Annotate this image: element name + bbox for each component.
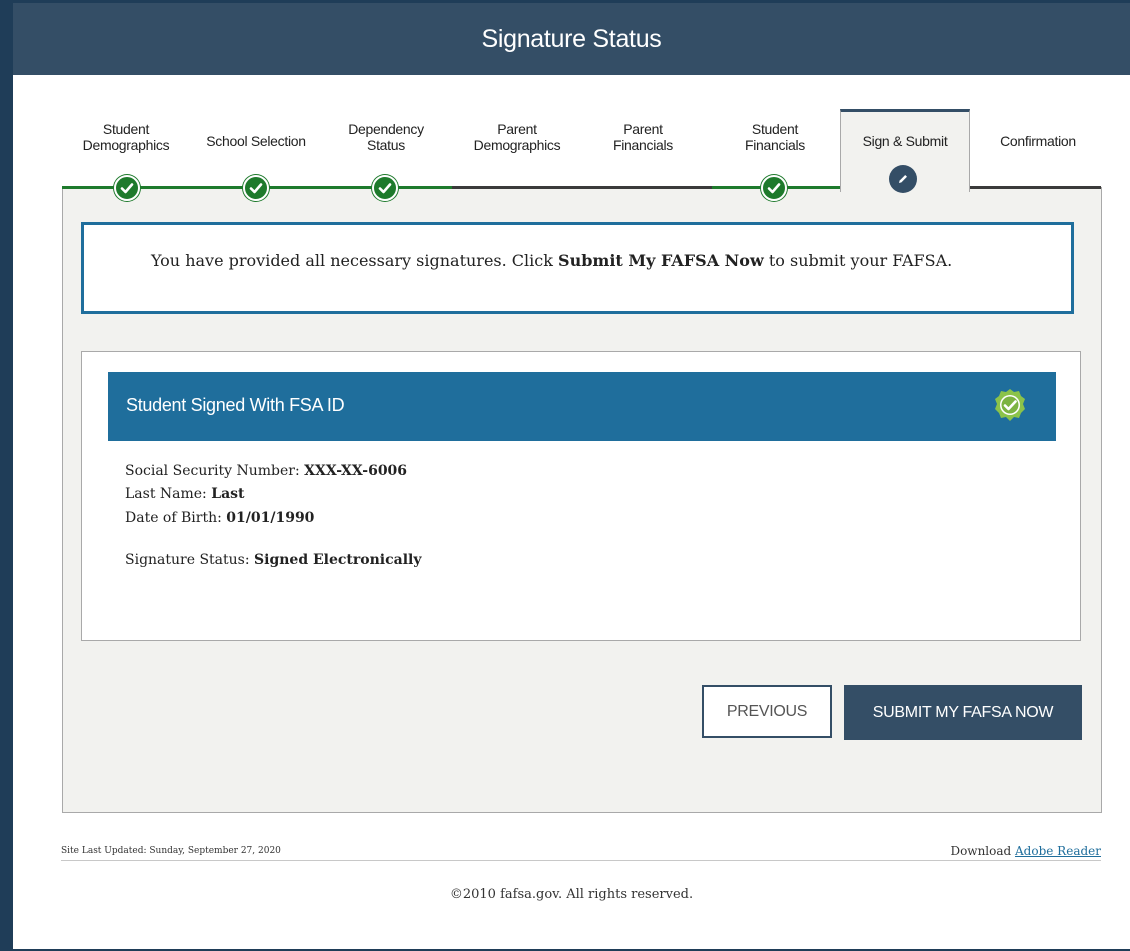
signature-status-label: Signature Status: (125, 552, 255, 568)
signature-notice: You have provided all necessary signatur… (81, 222, 1074, 314)
download-label: Download (950, 844, 1016, 858)
last-name-value: Last (211, 486, 245, 502)
step-parent-financials[interactable]: Parent Financials (588, 121, 698, 153)
ssn-label: Social Security Number: (125, 463, 305, 479)
dob-value: 01/01/1990 (226, 510, 315, 526)
site-last-updated: Site Last Updated: Sunday, September 27,… (61, 846, 281, 856)
step-label-line1: Parent (623, 121, 663, 137)
ssn-field: Social Security Number: XXX-XX-6006 (125, 463, 407, 479)
step-dependency-status[interactable]: Dependency Status (331, 121, 441, 153)
checkmark-icon (761, 175, 787, 201)
step-label-line2: Financials (612, 137, 674, 153)
signature-card: Student Signed With FSA ID Social Securi… (81, 351, 1081, 641)
step-label-line1: Confirmation (1000, 133, 1076, 149)
step-label-line1: Parent (497, 121, 537, 137)
step-school-selection[interactable]: School Selection (196, 133, 316, 149)
pencil-icon (889, 165, 917, 193)
step-label-line2: Demographics (473, 137, 561, 153)
dob-field: Date of Birth: 01/01/1990 (125, 510, 314, 526)
last-name-field: Last Name: Last (125, 486, 245, 502)
step-label-line1: School Selection (206, 133, 306, 149)
notice-text: You have provided all necessary signatur… (151, 251, 559, 270)
step-label-line2: Demographics (82, 137, 170, 153)
step-confirmation[interactable]: Confirmation (978, 133, 1098, 149)
adobe-reader-link[interactable]: Adobe Reader (1015, 844, 1101, 858)
verified-badge-icon (993, 388, 1027, 422)
step-label-line2: Status (367, 137, 405, 153)
step-label-line1: Dependency (348, 121, 424, 137)
dob-label: Date of Birth: (125, 510, 227, 526)
signature-status-value: Signed Electronically (254, 552, 422, 568)
checkmark-icon (372, 175, 398, 201)
signature-card-header: Student Signed With FSA ID (108, 372, 1056, 441)
page-frame: Signature Status Student Demographics Sc… (13, 3, 1130, 949)
last-name-label: Last Name: (125, 486, 212, 502)
notice-bold-text: Submit My FAFSA Now (558, 251, 764, 270)
previous-button[interactable]: PREVIOUS (702, 685, 832, 738)
step-sign-and-submit[interactable]: Sign & Submit (840, 109, 970, 193)
step-student-demographics[interactable]: Student Demographics (71, 121, 181, 153)
step-label-line1: Student (751, 121, 799, 137)
copyright-text: ©2010 fafsa.gov. All rights reserved. (449, 887, 694, 902)
notice-text: to submit your FAFSA. (763, 251, 953, 270)
step-label-line1: Student (102, 121, 150, 137)
footer-divider (61, 860, 1101, 861)
ssn-value: XXX-XX-6006 (304, 463, 408, 479)
step-student-financials[interactable]: Student Financials (720, 121, 830, 153)
step-label-line2: Financials (744, 137, 806, 153)
signature-card-title: Student Signed With FSA ID (126, 395, 345, 415)
page-title: Signature Status (481, 24, 662, 53)
step-parent-demographics[interactable]: Parent Demographics (457, 121, 577, 153)
checkmark-icon (243, 175, 269, 201)
page-header: Signature Status (13, 3, 1130, 75)
step-label-line1: Sign & Submit (862, 133, 948, 149)
download-adobe-reader: Download Adobe Reader (950, 844, 1101, 858)
stepper-track-incomplete (452, 186, 712, 189)
stepper-track-incomplete (968, 186, 1101, 189)
checkmark-icon (114, 175, 140, 201)
signature-status-field: Signature Status: Signed Electronically (125, 552, 421, 568)
submit-fafsa-button[interactable]: SUBMIT MY FAFSA NOW (844, 685, 1082, 740)
